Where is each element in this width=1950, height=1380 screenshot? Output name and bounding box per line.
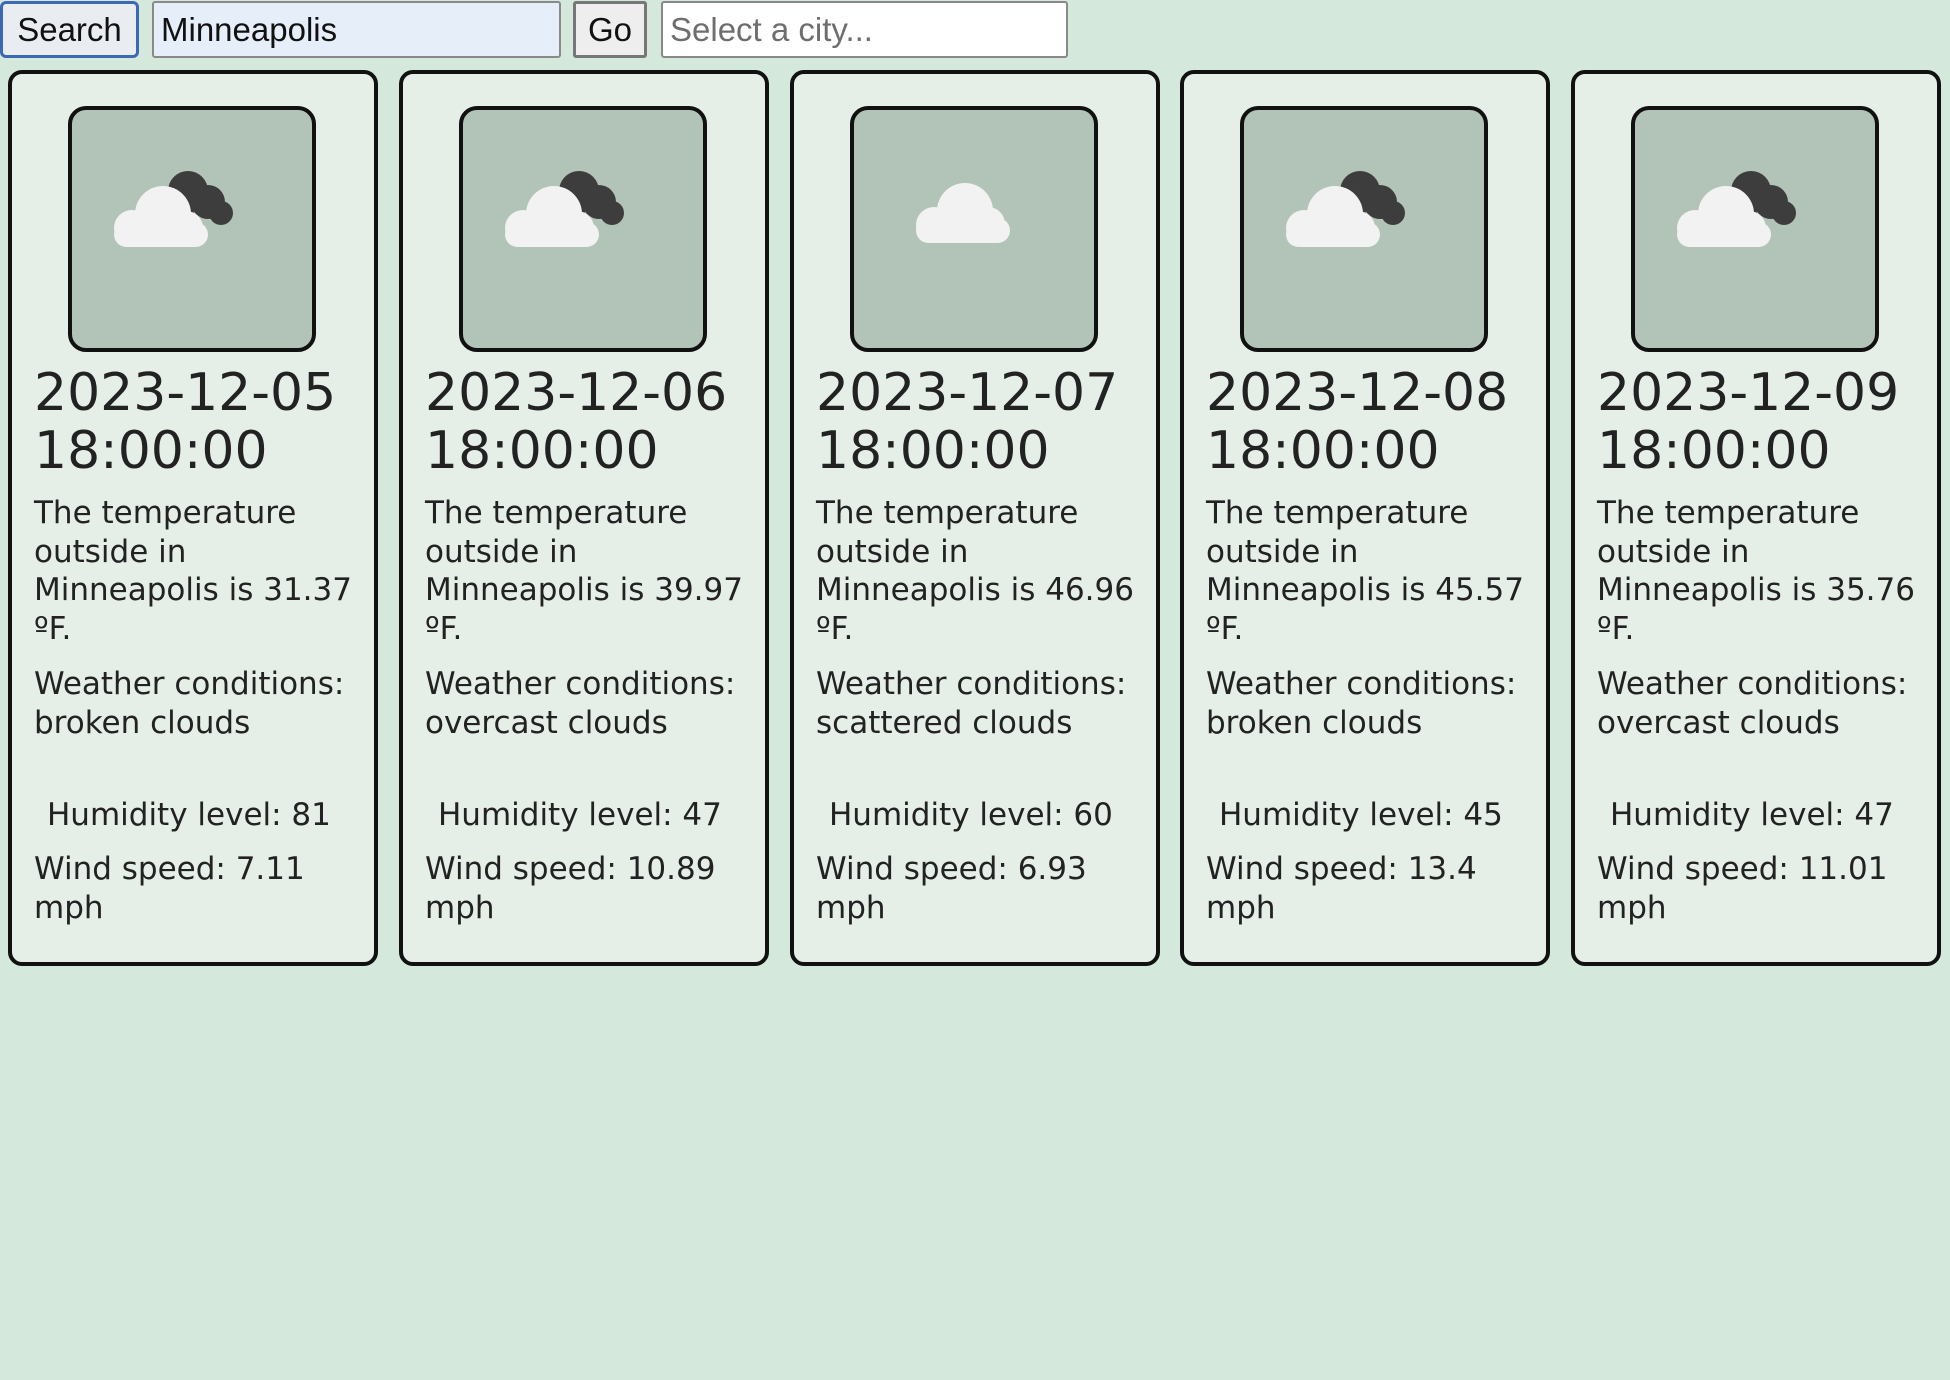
overcast-clouds-icon [505,171,624,247]
forecast-card: 2023-12-05 18:00:00 The temperature outs… [8,70,378,966]
wind-speed-text: Wind speed: 7.11 mph [34,851,305,926]
wind-speed-text: Wind speed: 6.93 mph [816,851,1087,926]
search-button[interactable]: Search [0,1,139,58]
humidity-text: Humidity level: 60 [829,797,1113,833]
forecast-date: 2023-12-08 [1206,363,1509,423]
forecast-date: 2023-12-07 [816,363,1119,423]
go-button[interactable]: Go [573,1,647,58]
humidity-text: Humidity level: 45 [1219,797,1503,833]
forecast-date: 2023-12-09 [1597,363,1900,423]
wind-speed-text: Wind speed: 11.01 mph [1597,851,1888,926]
forecast-time: 18:00:00 [1597,421,1831,481]
city-select-input[interactable] [661,1,1068,58]
humidity-text: Humidity level: 47 [438,797,722,833]
forecast-time: 18:00:00 [34,421,268,481]
temperature-text: The temperature outside in Minneapolis i… [34,495,352,647]
wind-speed-text: Wind speed: 10.89 mph [425,851,716,926]
forecast-time: 18:00:00 [1206,421,1440,481]
conditions-text: Weather conditions: broken clouds [1206,666,1517,741]
forecast-card: 2023-12-08 18:00:00 The temperature outs… [1180,70,1550,966]
forecast-card: 2023-12-07 18:00:00 The temperature outs… [790,70,1160,966]
forecast-datetime: 2023-12-08 18:00:00 [1206,364,1536,480]
humidity-text: Humidity level: 81 [47,797,331,833]
forecast-cards: 2023-12-05 18:00:00 The temperature outs… [8,70,1942,966]
temperature-text: The temperature outside in Minneapolis i… [425,495,743,647]
forecast-datetime: 2023-12-09 18:00:00 [1597,364,1927,480]
forecast-datetime: 2023-12-07 18:00:00 [816,364,1146,480]
forecast-datetime: 2023-12-06 18:00:00 [425,364,755,480]
weather-icon-box [459,106,707,352]
forecast-card: 2023-12-06 18:00:00 The temperature outs… [399,70,769,966]
weather-icon-box [1240,106,1488,352]
city-search-input[interactable] [152,1,561,58]
temperature-text: The temperature outside in Minneapolis i… [1597,495,1915,647]
broken-clouds-icon [1286,171,1405,247]
toolbar: Search Go [0,0,1100,60]
wind-speed-text: Wind speed: 13.4 mph [1206,851,1477,926]
forecast-datetime: 2023-12-05 18:00:00 [34,364,364,480]
conditions-text: Weather conditions: broken clouds [34,666,345,741]
conditions-text: Weather conditions: scattered clouds [816,666,1127,741]
scattered-clouds-icon [916,183,1010,243]
weather-icon-box [1631,106,1879,352]
forecast-date: 2023-12-05 [34,363,337,423]
weather-icon-box [68,106,316,352]
conditions-text: Weather conditions: overcast clouds [425,666,736,741]
humidity-text: Humidity level: 47 [1610,797,1894,833]
forecast-time: 18:00:00 [816,421,1050,481]
temperature-text: The temperature outside in Minneapolis i… [1206,495,1524,647]
forecast-date: 2023-12-06 [425,363,728,423]
weather-icon-box [850,106,1098,352]
forecast-time: 18:00:00 [425,421,659,481]
conditions-text: Weather conditions: overcast clouds [1597,666,1908,741]
broken-clouds-icon [114,171,233,247]
forecast-card: 2023-12-09 18:00:00 The temperature outs… [1571,70,1941,966]
overcast-clouds-icon [1677,171,1796,247]
temperature-text: The temperature outside in Minneapolis i… [816,495,1134,647]
